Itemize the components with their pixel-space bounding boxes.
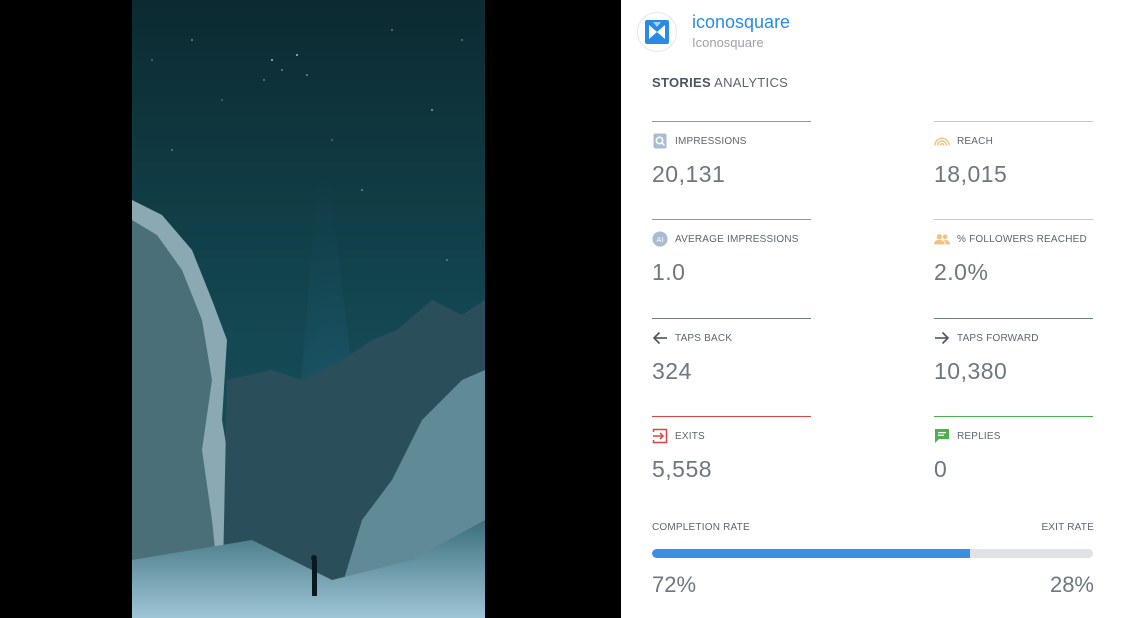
completion-rate-fill <box>652 549 970 558</box>
section-title-rest: ANALYTICS <box>710 75 789 90</box>
metric-exits: EXITS 5,558 <box>652 416 811 482</box>
metric-value: 2.0% <box>934 259 989 285</box>
story-preview <box>0 0 621 618</box>
ai-icon: AI <box>652 231 668 247</box>
metric-divider <box>652 219 811 220</box>
replies-icon <box>934 428 950 444</box>
ai-icon-text: AI <box>656 236 663 244</box>
metric-value: 0 <box>934 456 948 482</box>
completion-rate-value: 72% <box>652 572 697 597</box>
iconosquare-logo-icon <box>645 20 669 44</box>
metric-label: IMPRESSIONS <box>675 135 747 147</box>
metric-divider <box>934 219 1093 220</box>
completion-rate-label: COMPLETION RATE <box>652 522 750 533</box>
impressions-icon <box>652 133 668 149</box>
metric-label: TAPS BACK <box>675 332 733 344</box>
reach-icon <box>934 133 950 149</box>
metric-divider <box>934 318 1093 319</box>
stories-analytics-panel: iconosquare Iconosquare STORIES ANALYTIC… <box>621 0 1125 618</box>
metric-reach: REACH 18,015 <box>934 121 1093 187</box>
account-subtitle: Iconosquare <box>692 35 764 50</box>
metric-label: AVERAGE IMPRESSIONS <box>675 233 799 245</box>
metric-replies: REPLIES 0 <box>934 416 1093 482</box>
arrow-right-icon <box>934 330 950 346</box>
section-title: STORIES ANALYTICS <box>652 75 788 90</box>
exit-rate-label: EXIT RATE <box>1041 522 1094 533</box>
arrow-left-icon <box>652 330 668 346</box>
account-name[interactable]: iconosquare <box>692 12 790 33</box>
completion-rate-bar <box>652 549 1093 558</box>
metric-label: REPLIES <box>957 430 1001 442</box>
metric-label: % FOLLOWERS REACHED <box>957 233 1087 245</box>
metric-value: 18,015 <box>934 161 1008 187</box>
metric-value: 1.0 <box>652 259 686 285</box>
metric-value: 20,131 <box>652 161 726 187</box>
metric-value: 324 <box>652 358 692 384</box>
exit-rate-value: 28% <box>1049 572 1094 597</box>
metric-label: EXITS <box>675 430 705 442</box>
night-mountain-photo <box>132 0 485 618</box>
metric-followers-reached: % FOLLOWERS REACHED 2.0% <box>934 219 1093 285</box>
followers-icon <box>934 231 950 247</box>
avatar[interactable] <box>637 12 677 52</box>
exit-icon <box>652 428 668 444</box>
metric-label: TAPS FORWARD <box>957 332 1039 344</box>
metric-divider <box>652 121 811 122</box>
metric-divider <box>652 416 811 417</box>
story-image <box>132 0 485 618</box>
metric-taps-forward: TAPS FORWARD 10,380 <box>934 318 1093 384</box>
metric-divider <box>652 318 811 319</box>
metric-impressions: IMPRESSIONS 20,131 <box>652 121 811 187</box>
metric-value: 5,558 <box>652 456 713 482</box>
metric-label: REACH <box>957 135 994 147</box>
metric-average-impressions: AI AVERAGE IMPRESSIONS 1.0 <box>652 219 811 285</box>
metric-divider <box>934 121 1093 122</box>
section-title-bold: STORIES <box>652 75 711 90</box>
metric-value: 10,380 <box>934 358 1008 384</box>
metric-taps-back: TAPS BACK 324 <box>652 318 811 384</box>
metric-divider <box>934 416 1093 417</box>
